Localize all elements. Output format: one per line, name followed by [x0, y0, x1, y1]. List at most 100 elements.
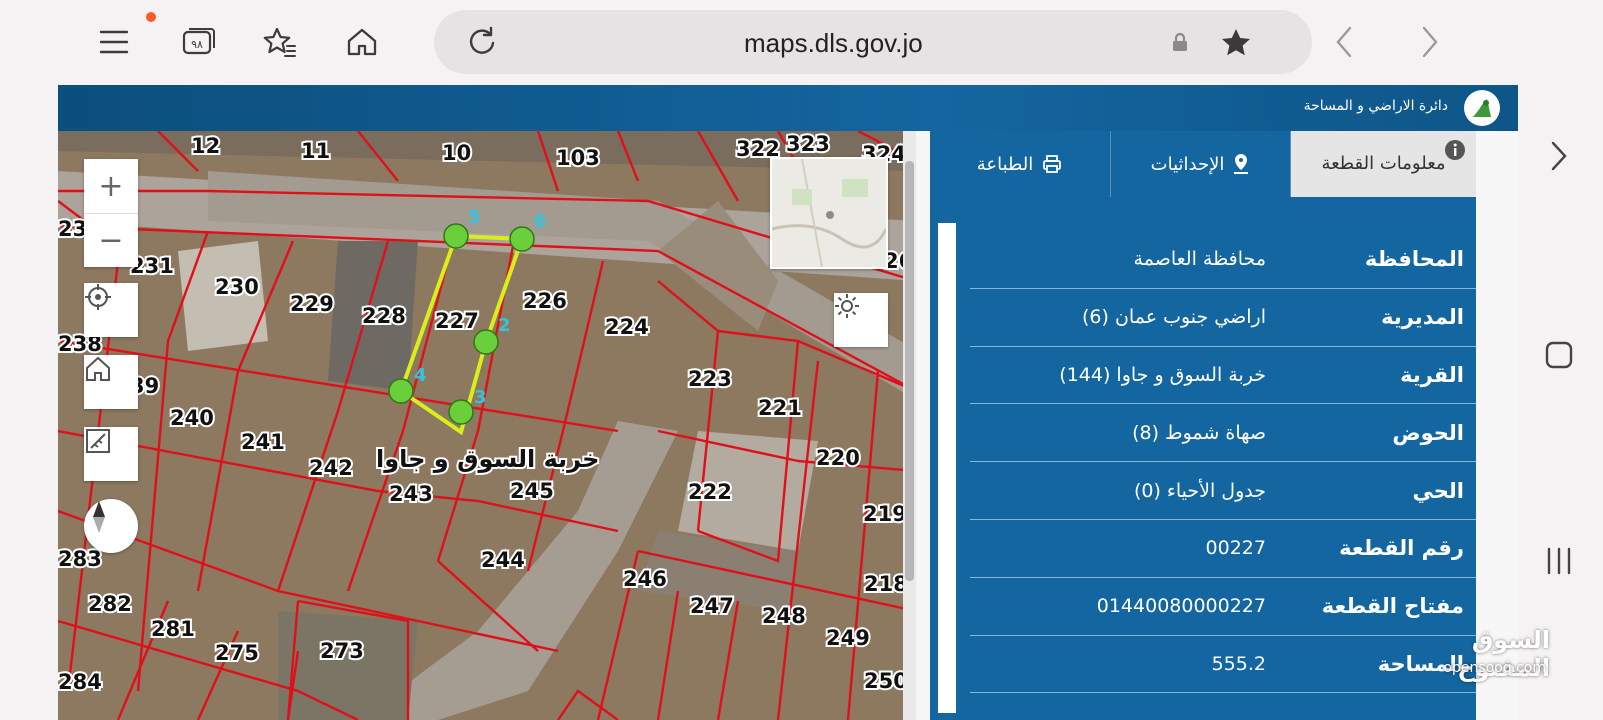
- parcel-number[interactable]: 222: [686, 478, 734, 506]
- site-logo-icon[interactable]: [1464, 90, 1500, 126]
- tab-print-label: الطباعة: [976, 153, 1034, 175]
- parcel-number[interactable]: 284: [58, 668, 104, 696]
- parcel-attributes: محافظة العاصمة المحافظة اراضي جنوب عمان …: [930, 197, 1476, 720]
- parcel-number[interactable]: 249: [824, 624, 872, 652]
- measure-icon: [86, 429, 110, 453]
- zoom-out-button[interactable]: −: [84, 213, 138, 267]
- opensooq-watermark: السوق المفتوح opensooq.com: [1400, 626, 1550, 686]
- parcel-number[interactable]: 323: [784, 131, 832, 158]
- attribute-row: خربة السوق و جاوا (144) القرية: [970, 347, 1476, 405]
- parcel-number[interactable]: 248: [760, 602, 808, 630]
- parcel-number[interactable]: 247: [688, 592, 736, 620]
- home-icon[interactable]: [342, 22, 382, 62]
- parcel-number[interactable]: 223: [686, 365, 734, 393]
- vertex-marker-6[interactable]: [509, 226, 535, 252]
- crosshair-icon: [85, 284, 111, 310]
- parcel-number[interactable]: 273: [318, 637, 366, 665]
- compass-button[interactable]: [84, 499, 138, 553]
- parcel-number[interactable]: 10: [440, 139, 473, 167]
- attribute-label: الحوض: [1392, 420, 1464, 445]
- menu-icon[interactable]: [94, 22, 134, 62]
- parcel-number[interactable]: 220: [814, 444, 862, 472]
- panel-tabs: الطباعة الإحداثيات معلومات القطعة: [930, 131, 1476, 197]
- attribute-label: المديرية: [1381, 305, 1464, 330]
- parcel-number[interactable]: 240: [168, 404, 216, 432]
- bookmarks-icon[interactable]: [260, 22, 300, 62]
- tab-coordinates-label: الإحداثيات: [1150, 153, 1225, 175]
- vertex-marker-2[interactable]: [473, 329, 499, 355]
- home-extent-button[interactable]: [84, 355, 138, 409]
- url-text[interactable]: maps.dls.gov.jo: [744, 28, 923, 59]
- screen: ٩٨ maps.dls.gov.jo دائرة الاراضي و المسا…: [0, 0, 1603, 720]
- scrollbar-thumb[interactable]: [905, 161, 914, 581]
- tabs-icon[interactable]: ٩٨: [178, 22, 218, 62]
- parcel-number[interactable]: 219: [861, 500, 909, 528]
- parcel-number[interactable]: 241: [239, 428, 287, 456]
- attribute-value: 555.2: [1211, 652, 1266, 675]
- panel-scrollbar[interactable]: [938, 223, 956, 713]
- parcel-number[interactable]: 250: [862, 667, 910, 695]
- parcel-number[interactable]: 246: [621, 565, 669, 593]
- attribute-value: صهاة شموط (8): [1132, 421, 1266, 444]
- parcel-number[interactable]: 12: [189, 132, 222, 160]
- star-icon[interactable]: [1216, 22, 1256, 62]
- back-icon[interactable]: [1324, 22, 1364, 62]
- parcel-number[interactable]: 281: [149, 615, 197, 643]
- parcel-number[interactable]: 218: [862, 570, 910, 598]
- location-pin-icon: [1234, 154, 1249, 174]
- printer-icon: [1043, 155, 1062, 173]
- parcel-number[interactable]: 230: [213, 273, 261, 301]
- attribute-row: صهاة شموط (8) الحوض: [970, 404, 1476, 463]
- vertex-marker-4[interactable]: [388, 378, 414, 404]
- address-bar[interactable]: maps.dls.gov.jo: [434, 10, 1312, 74]
- map-scrollbar[interactable]: [903, 131, 916, 720]
- parcel-number[interactable]: 283: [58, 545, 104, 573]
- vertex-label: 6: [534, 211, 547, 232]
- parcel-number[interactable]: 224: [603, 313, 651, 341]
- attribute-value: 00227: [1205, 537, 1266, 560]
- parcel-number[interactable]: 226: [521, 287, 569, 315]
- parcel-number[interactable]: 221: [756, 394, 804, 422]
- measure-button[interactable]: [84, 427, 138, 481]
- parcel-number[interactable]: 282: [86, 590, 134, 618]
- parcel-number[interactable]: 228: [360, 302, 408, 330]
- overview-minimap[interactable]: [770, 157, 888, 269]
- reload-icon[interactable]: [462, 22, 502, 62]
- notification-dot: [146, 12, 156, 22]
- parcel-number[interactable]: 11: [299, 137, 332, 165]
- lock-icon: [1160, 22, 1200, 62]
- parcel-number[interactable]: 243: [387, 480, 435, 508]
- attribute-label: المحافظة: [1364, 247, 1464, 272]
- tab-coordinates[interactable]: الإحداثيات: [1110, 131, 1290, 197]
- parcel-number[interactable]: 23: [58, 215, 89, 243]
- parcel-number[interactable]: 227: [433, 307, 481, 335]
- basemap-toggle-button[interactable]: [834, 293, 888, 347]
- parcel-number[interactable]: 103: [554, 144, 602, 172]
- tab-parcel-info[interactable]: معلومات القطعة: [1290, 131, 1476, 197]
- attribute-label: الحي: [1412, 478, 1464, 503]
- parcel-map[interactable]: 5 6 2 3 4 12 11 10 103 322 323 324 23 23…: [58, 131, 916, 720]
- parcel-number[interactable]: 275: [213, 639, 261, 667]
- vertex-marker-5[interactable]: [443, 223, 469, 249]
- apps-icon[interactable]: [1544, 546, 1574, 580]
- attribute-label: مفتاح القطعة: [1321, 594, 1464, 619]
- vertex-label: 3: [474, 387, 487, 408]
- parcel-number[interactable]: 245: [508, 477, 556, 505]
- site-header: دائرة الاراضي و المساحة: [58, 85, 1518, 131]
- parcel-number[interactable]: 242: [307, 454, 355, 482]
- tab-print[interactable]: الطباعة: [930, 131, 1110, 197]
- locate-button[interactable]: [84, 283, 138, 337]
- system-side-bar: [1518, 0, 1603, 720]
- svg-text:٩٨: ٩٨: [191, 38, 203, 51]
- info-icon: [1445, 140, 1465, 160]
- parcel-number[interactable]: 229: [288, 290, 336, 318]
- zoom-in-button[interactable]: +: [84, 159, 138, 213]
- recents-icon[interactable]: [1544, 340, 1574, 374]
- compass-icon: [93, 501, 105, 533]
- vertex-label: 2: [498, 315, 511, 336]
- expand-chevron-icon[interactable]: [1550, 140, 1568, 176]
- village-label: خربة السوق و جاوا: [376, 445, 599, 473]
- vertex-marker-3[interactable]: [448, 399, 474, 425]
- parcel-number[interactable]: 244: [479, 546, 527, 574]
- forward-icon[interactable]: [1410, 22, 1450, 62]
